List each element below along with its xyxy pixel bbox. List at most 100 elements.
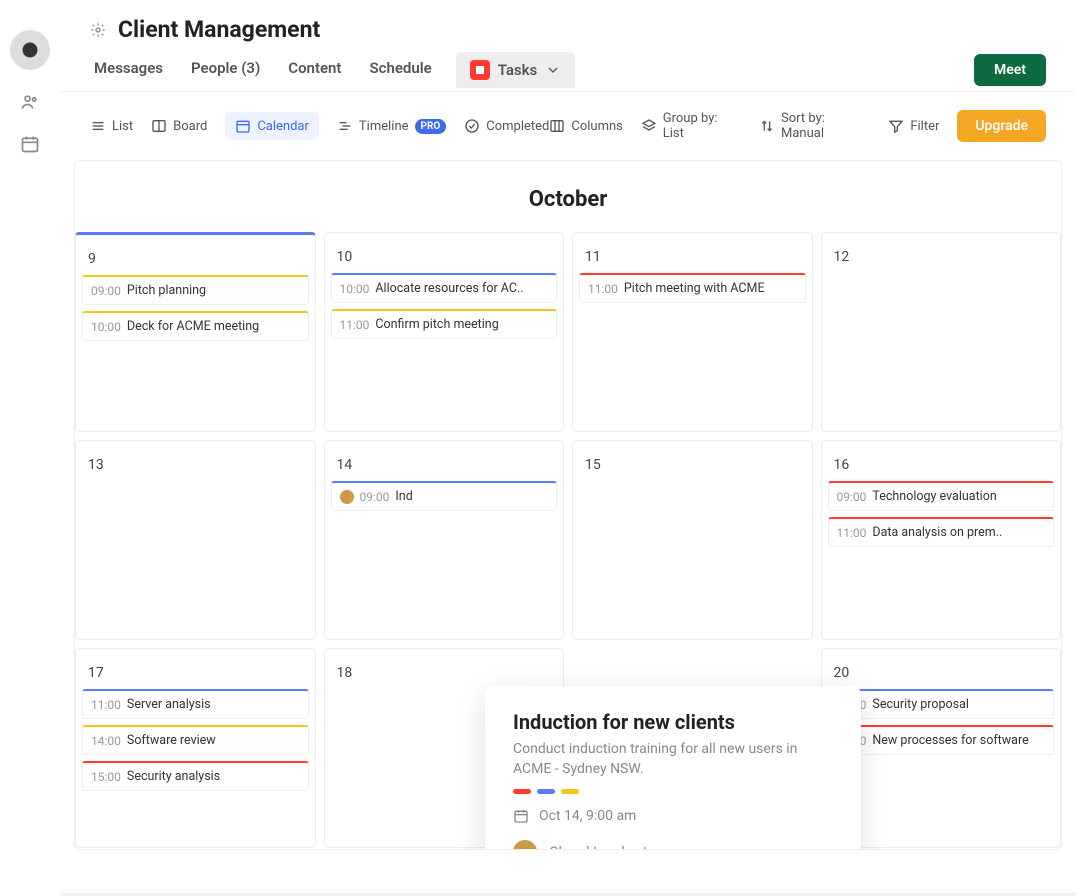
calendar-icon xyxy=(235,118,251,134)
tab-messages[interactable]: Messages xyxy=(90,49,167,91)
calendar-event[interactable]: 11:00Data analysis on prem.. xyxy=(828,517,1055,547)
day-cell[interactable]: 909:00Pitch planning 10:00Deck for ACME m… xyxy=(75,232,316,432)
header: Client Management Messages People (3) Co… xyxy=(60,0,1076,92)
event-text: Security analysis xyxy=(127,769,220,784)
view-timeline-label: Timeline xyxy=(359,119,409,134)
view-board[interactable]: Board xyxy=(151,118,207,134)
popover-assignee-row: Cheryl Lambert xyxy=(513,840,833,850)
day-cell[interactable]: 15 xyxy=(572,440,813,640)
day-number: 10 xyxy=(325,243,564,273)
view-calendar-label: Calendar xyxy=(257,119,309,134)
tab-tasks[interactable]: Tasks xyxy=(456,52,576,88)
calendar-event[interactable]: 11:00 Pitch meeting with ACME xyxy=(579,273,806,303)
event-time: 15:00 xyxy=(91,770,121,784)
calendar-event[interactable]: 09:00Pitch planning xyxy=(82,275,309,305)
day-number: 11 xyxy=(573,243,812,273)
day-number: 12 xyxy=(822,243,1061,273)
event-text: Technology evaluation xyxy=(872,489,996,504)
view-completed-label: Completed xyxy=(486,119,549,134)
chat-bubble-icon xyxy=(20,40,40,60)
event-time: 11:00 xyxy=(837,526,867,540)
filter-icon xyxy=(888,118,904,134)
day-number: 17 xyxy=(76,659,315,689)
calendar-event[interactable]: 14:00Software review xyxy=(82,725,309,755)
calendar-event[interactable]: 09:00Security proposal xyxy=(828,689,1055,719)
assignee-name: Cheryl Lambert xyxy=(549,844,647,850)
day-cell[interactable]: 16 09:00 Technology evaluation 11:00Data an… xyxy=(821,440,1062,640)
calendar-event[interactable]: 11:00New processes for software xyxy=(828,725,1055,755)
tag-red xyxy=(513,789,531,794)
columns-button[interactable]: Columns xyxy=(549,118,623,134)
view-completed[interactable]: Completed xyxy=(464,118,549,134)
board-icon xyxy=(151,118,167,134)
day-cell[interactable]: 1711:00Server analysis 14:00Software revi… xyxy=(75,648,316,848)
day-cell[interactable]: 12 xyxy=(821,232,1062,432)
event-time: 10:00 xyxy=(340,282,370,296)
day-number: 16 xyxy=(822,451,1061,481)
event-time: 09:00 xyxy=(360,490,390,504)
calendar-event[interactable]: 15:00 Security analysis xyxy=(82,761,309,791)
view-toolbar: List Board Calendar Timeline PRO Complet… xyxy=(60,92,1076,160)
tasks-icon xyxy=(470,60,490,80)
tab-people[interactable]: People (3) xyxy=(187,49,264,91)
calendar-event[interactable]: 09:00 Ind xyxy=(331,481,558,511)
view-calendar[interactable]: Calendar xyxy=(225,112,319,140)
pro-badge: PRO xyxy=(415,119,447,134)
chevron-down-icon xyxy=(545,62,561,78)
columns-icon xyxy=(549,118,565,134)
calendar-wrapper: October 909:00Pitch planning10:00Deck fo… xyxy=(60,160,1076,896)
tab-schedule[interactable]: Schedule xyxy=(365,49,435,91)
event-text: Confirm pitch meeting xyxy=(375,317,498,332)
day-cell[interactable]: 10 10:00 Allocate resources for AC.. 11:00C… xyxy=(324,232,565,432)
upgrade-button[interactable]: Upgrade xyxy=(957,110,1046,142)
filter-button[interactable]: Filter xyxy=(888,118,939,134)
popover-title: Induction for new clients xyxy=(513,710,833,734)
day-number: 18 xyxy=(325,659,564,689)
people-icon[interactable] xyxy=(20,92,40,112)
avatar[interactable] xyxy=(10,30,50,70)
gear-icon[interactable] xyxy=(90,22,106,38)
day-cell[interactable]: 14 09:00 Ind xyxy=(324,440,565,640)
calendar-event[interactable]: 11:00Server analysis xyxy=(82,689,309,719)
event-time: 14:00 xyxy=(91,734,121,748)
timeline-icon xyxy=(337,118,353,134)
calendar-nav-icon[interactable] xyxy=(20,134,40,154)
group-by-button[interactable]: Group by: List xyxy=(641,111,741,141)
list-icon xyxy=(90,118,106,134)
main-area: Client Management Messages People (3) Co… xyxy=(60,0,1076,896)
calendar-event[interactable]: 09:00 Technology evaluation xyxy=(828,481,1055,511)
tab-content[interactable]: Content xyxy=(284,49,345,91)
view-timeline[interactable]: Timeline PRO xyxy=(337,118,446,134)
day-cell[interactable]: 13 xyxy=(75,440,316,640)
calendar-event[interactable]: 10:00 Allocate resources for AC.. xyxy=(331,273,558,303)
day-number: 14 xyxy=(325,451,564,481)
view-board-label: Board xyxy=(173,119,207,134)
view-list-label: List xyxy=(112,119,133,134)
page-title: Client Management xyxy=(118,16,320,43)
main-tabs: Messages People (3) Content Schedule Tas… xyxy=(90,49,575,91)
left-sidebar xyxy=(0,0,60,896)
event-text: Pitch meeting with ACME xyxy=(624,281,765,296)
event-text: Allocate resources for AC.. xyxy=(375,281,523,296)
event-text: Deck for ACME meeting xyxy=(127,319,259,334)
tag-blue xyxy=(537,789,555,794)
popover-date-row: Oct 14, 9:00 am xyxy=(513,808,833,824)
event-time: 09:00 xyxy=(837,490,867,504)
calendar-event[interactable]: 10:00Deck for ACME meeting xyxy=(82,311,309,341)
calendar-small-icon xyxy=(513,808,529,824)
popover-tags xyxy=(513,789,833,794)
event-text: Ind xyxy=(395,489,412,504)
calendar-event[interactable]: 11:00Confirm pitch meeting xyxy=(331,309,558,339)
calendar: October 909:00Pitch planning10:00Deck fo… xyxy=(74,160,1062,850)
day-number: 9 xyxy=(76,245,315,275)
event-time: 11:00 xyxy=(588,282,618,296)
view-list[interactable]: List xyxy=(90,118,133,134)
day-number: 15 xyxy=(573,451,812,481)
day-cell[interactable]: 11 11:00 Pitch meeting with ACME xyxy=(572,232,813,432)
meet-button[interactable]: Meet xyxy=(974,54,1046,86)
day-number: 13 xyxy=(76,451,315,481)
event-text: New processes for software xyxy=(872,733,1028,748)
event-text: Server analysis xyxy=(127,697,211,712)
event-popover[interactable]: Induction for new clients Conduct induct… xyxy=(485,686,861,850)
sort-by-button[interactable]: Sort by: Manual xyxy=(759,111,870,141)
